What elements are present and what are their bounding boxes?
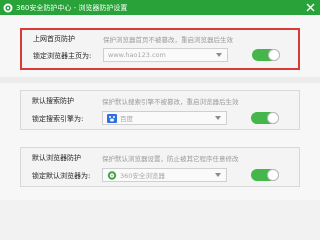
section-description: 保护浏览器首页不被篡改，重启浏览器后生效: [103, 36, 233, 44]
default-browser-protection-section: 默认浏览器防护 保护默认浏览器设置，防止被其它程序任意修改 锁定默认浏览器为: …: [20, 147, 300, 187]
select-label: 锁定搜索引擎为:: [32, 115, 84, 123]
select-label: 锁定默认浏览器为:: [32, 172, 91, 180]
section-title: 上网首页防护: [33, 35, 75, 43]
360-logo-icon: [3, 3, 13, 13]
baidu-icon: [107, 113, 117, 123]
section-title: 默认搜索防护: [32, 97, 74, 105]
select-label: 锁定浏览器主页为:: [33, 52, 92, 60]
window-title: 360安全防护中心 - 浏览器防护设置: [16, 3, 128, 12]
toggle-knob: [267, 169, 279, 181]
select-value: 百度: [120, 115, 133, 123]
close-icon[interactable]: [305, 2, 316, 13]
chevron-down-icon: [213, 50, 225, 60]
toggle-knob: [268, 49, 280, 61]
homepage-select[interactable]: www.hao123.com: [103, 48, 228, 62]
default-browser-select[interactable]: 360安全浏览器: [102, 168, 227, 182]
select-value: www.hao123.com: [108, 51, 166, 59]
section-title: 默认浏览器防护: [32, 154, 81, 162]
360-browser-icon: [107, 170, 117, 180]
divider: [0, 77, 320, 83]
select-value: 360安全浏览器: [120, 172, 165, 180]
section-description: 保护默认搜索引擎不被篡改，重启浏览器后生效: [102, 98, 239, 106]
chevron-down-icon: [212, 170, 224, 180]
homepage-protection-section: 上网首页防护 保护浏览器首页不被篡改，重启浏览器后生效 锁定浏览器主页为: ww…: [20, 28, 300, 70]
settings-panel: 上网首页防护 保护浏览器首页不被篡改，重启浏览器后生效 锁定浏览器主页为: ww…: [0, 15, 320, 200]
section-description: 保护默认浏览器设置，防止被其它程序任意修改: [102, 155, 239, 163]
toggle-knob: [267, 112, 279, 124]
search-engine-select[interactable]: 百度: [102, 111, 227, 125]
search-protection-toggle[interactable]: [251, 112, 279, 124]
homepage-protection-toggle[interactable]: [252, 49, 280, 61]
search-protection-section: 默认搜索防护 保护默认搜索引擎不被篡改，重启浏览器后生效 锁定搜索引擎为: 百度: [20, 90, 300, 130]
chevron-down-icon: [212, 113, 224, 123]
title-bar: 360安全防护中心 - 浏览器防护设置: [0, 0, 320, 15]
default-browser-protection-toggle[interactable]: [251, 169, 279, 181]
